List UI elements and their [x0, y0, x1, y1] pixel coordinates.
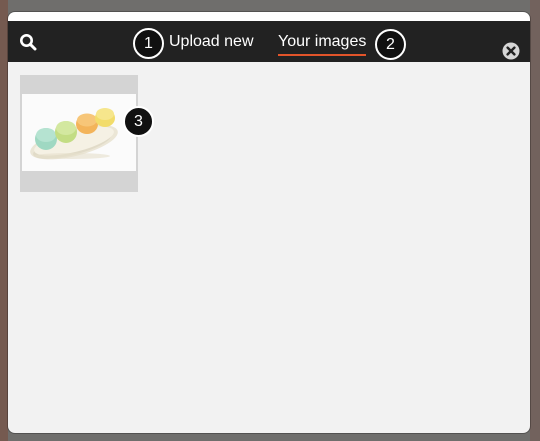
- image-thumbnail[interactable]: [20, 75, 138, 192]
- macarons-image: [22, 94, 136, 171]
- tab-upload-new-label: Upload new: [169, 33, 254, 50]
- search-icon[interactable]: [19, 33, 37, 51]
- image-picker-modal: Upload new Your images 1 2 3: [8, 12, 530, 433]
- tab-your-images-label: Your images: [278, 33, 367, 50]
- tab-upload-new[interactable]: Upload new: [169, 33, 254, 51]
- background-page-bar: [530, 0, 540, 441]
- close-icon[interactable]: [502, 42, 520, 60]
- active-tab-underline: [278, 54, 367, 56]
- callout-marker-2: 2: [375, 29, 406, 60]
- image-preview: [22, 94, 136, 171]
- callout-marker-3: 3: [123, 106, 154, 137]
- background-page-bar: [0, 0, 8, 441]
- tab-your-images[interactable]: Your images: [278, 33, 367, 56]
- modal-header: Upload new Your images: [8, 12, 530, 62]
- callout-marker-1: 1: [133, 28, 164, 59]
